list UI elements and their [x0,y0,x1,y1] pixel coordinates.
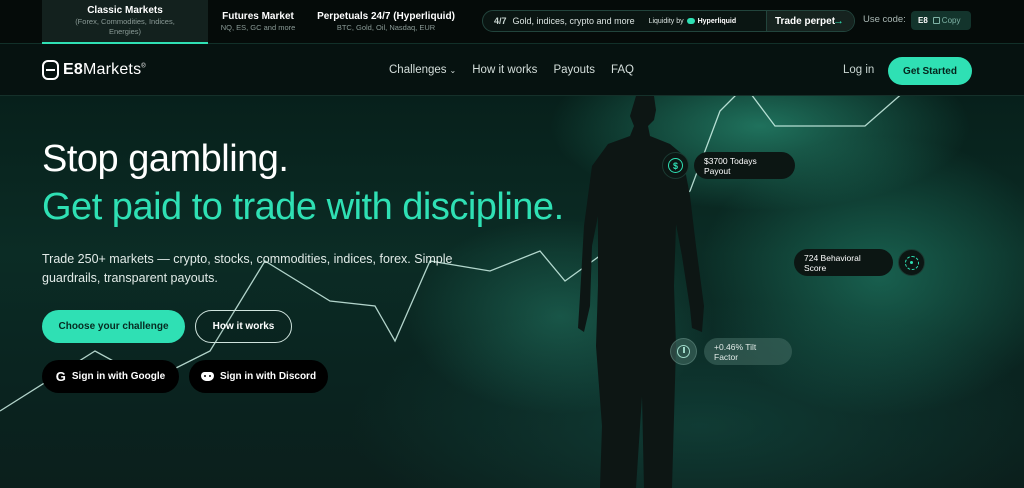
dollar-icon: $ [668,158,683,173]
promo-code-box[interactable]: E8 Copy [911,11,971,30]
tab-title: Classic Markets [87,5,163,16]
nav-payouts[interactable]: Payouts [553,64,595,76]
use-code-label: Use code: [863,14,906,25]
person-silhouette [578,96,704,488]
payout-stat: $3700 Todays Payout [694,152,795,179]
tab-subtitle: (Forex, Commodities, Indices, Energies) [75,17,175,36]
trade-perpetuals-label: Trade perpet [775,15,836,27]
copy-icon [932,17,940,24]
google-signin-label: Sign in with Google [71,371,166,382]
arrow-right-icon: → [833,15,844,27]
liquidity-label: Liquidity by Hyperliquid [649,18,737,25]
tilt-factor-icon [670,338,697,365]
discord-signin-button[interactable]: Sign in with Discord [189,360,328,393]
ticker-banner[interactable]: 4/7 Gold, indices, crypto and more Liqui… [482,10,855,32]
behavioral-score-icon [898,249,925,276]
nav-faq[interactable]: FAQ [611,64,634,76]
tab-perpetuals[interactable]: Perpetuals 24/7 (Hyperliquid) BTC, Gold,… [312,0,460,44]
logo-bold: E8 [63,61,83,78]
tab-title: Perpetuals 24/7 (Hyperliquid) [317,11,455,22]
market-bar: Classic Markets (Forex, Commodities, Ind… [0,0,1024,44]
e8-logo-icon [42,60,59,80]
ticker-text: Gold, indices, crypto and more [512,16,635,26]
logo-rest: Markets [82,61,142,78]
discord-signin-label: Sign in with Discord [219,371,317,382]
tilt-factor-stat: +0.46% Tilt Factor [704,338,792,365]
hero-title: Stop gambling. [42,138,289,180]
tab-subtitle: NQ, ES, GC and more [220,23,296,32]
copy-button[interactable]: Copy [932,16,961,25]
main-nav: E8Markets® Challenges ⌄ How it works Payo… [0,44,1024,96]
hyperliquid-brand: Hyperliquid [697,17,737,25]
google-icon: G [55,369,66,384]
nav-how-it-works[interactable]: How it works [472,64,537,76]
discord-icon [200,372,214,381]
hero-subtitle: Get paid to trade with discipline. [42,186,564,228]
tab-subtitle: BTC, Gold, Oil, Nasdaq, EUR [336,23,436,32]
nav-challenges-label: Challenges [389,64,447,76]
trade-perpetuals-button[interactable]: Trade perpet → [766,11,854,31]
tab-title: Futures Market [222,11,294,22]
hero-description: Trade 250+ markets — crypto, stocks, com… [42,252,453,285]
ticker-head: 4/7 [494,16,507,26]
hero: Stop gambling. Get paid to trade with di… [0,96,1024,488]
chevron-down-icon: ⌄ [449,66,457,75]
logo-text: E8Markets® [63,61,146,79]
tab-classic-markets[interactable]: Classic Markets (Forex, Commodities, Ind… [42,0,208,44]
copy-label: Copy [941,16,961,25]
promo-code: E8 [918,16,928,25]
payout-badge-icon: $ [662,152,689,179]
tab-futures-market[interactable]: Futures Market NQ, ES, GC and more [212,0,304,44]
hyperliquid-icon [686,18,695,24]
nav-links: Challenges ⌄ How it works Payouts FAQ [389,64,634,76]
google-signin-button[interactable]: G Sign in with Google [42,360,179,393]
target-icon [904,255,919,270]
get-started-button[interactable]: Get Started [888,57,972,85]
how-it-works-button[interactable]: How it works [195,310,292,343]
gauge-icon [677,345,690,358]
nav-challenges[interactable]: Challenges ⌄ [389,64,456,76]
liquidity-text: Liquidity by [648,17,684,25]
login-link[interactable]: Log in [843,64,874,76]
logo-trademark: ® [141,63,146,70]
behavioral-score-stat: 724 Behavioral Score [794,249,893,276]
logo[interactable]: E8Markets® [42,60,146,80]
choose-challenge-button[interactable]: Choose your challenge [42,310,185,343]
